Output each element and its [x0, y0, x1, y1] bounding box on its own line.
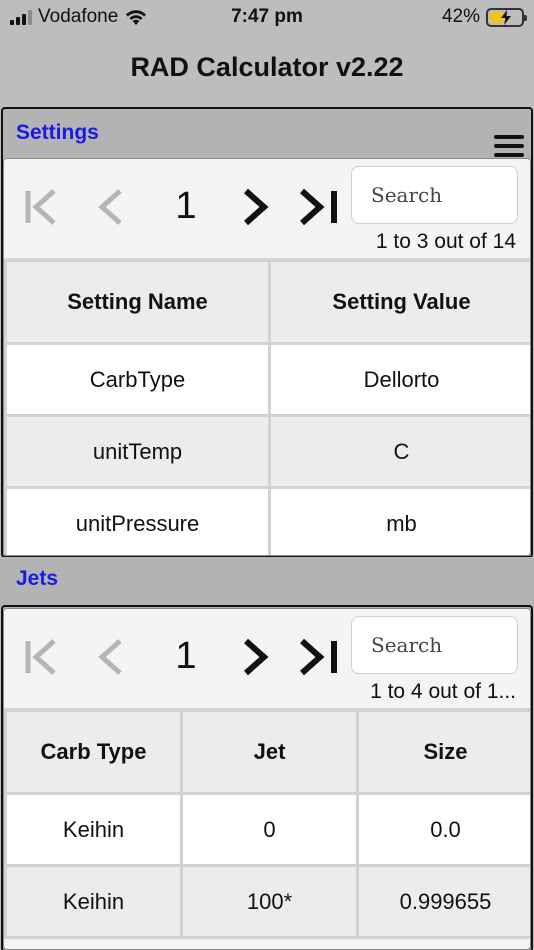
table-row[interactable]: Keihin 0 0.0 — [4, 792, 530, 867]
jets-pager: 1 1 to 4 out of 1... — [4, 609, 530, 709]
jets-title[interactable]: Jets — [16, 567, 58, 591]
table-row[interactable]: unitPressure mb — [4, 486, 530, 555]
column-header[interactable]: Carb Type — [4, 709, 183, 795]
table-cell: C — [268, 414, 530, 489]
settings-title[interactable]: Settings — [16, 121, 99, 145]
battery-icon — [486, 7, 527, 27]
first-page-icon[interactable] — [20, 185, 64, 229]
table-header-row: Carb Type Jet Size — [4, 709, 530, 795]
settings-page-number: 1 — [175, 185, 197, 227]
jets-record-count: 1 to 4 out of 1... — [370, 680, 516, 703]
settings-table-panel: 1 1 to 3 out of 14 Setting Name Setting … — [3, 158, 531, 556]
table-cell: 0.999655 — [356, 864, 530, 939]
last-page-icon[interactable] — [296, 635, 340, 679]
jets-section-header — [0, 557, 534, 607]
table-row[interactable]: unitTemp C — [4, 414, 530, 489]
prev-page-icon[interactable] — [90, 185, 134, 229]
next-page-icon[interactable] — [234, 635, 278, 679]
column-header[interactable]: Setting Name — [4, 259, 271, 345]
table-cell: mb — [268, 486, 530, 555]
battery-percent: 42% — [441, 6, 480, 27]
status-right: 42% — [441, 6, 527, 28]
hamburger-menu-icon[interactable] — [494, 135, 524, 157]
jets-table: Carb Type Jet Size Keihin 0 0.0 Keihin 1… — [4, 709, 530, 939]
table-cell: unitTemp — [4, 414, 271, 489]
table-row[interactable]: Keihin 100* 0.999655 — [4, 864, 530, 939]
next-page-icon[interactable] — [234, 185, 278, 229]
status-bar: Vodafone 7:47 pm 42% — [0, 0, 534, 36]
table-cell: 100* — [180, 864, 359, 939]
table-row[interactable]: CarbType Dellorto — [4, 342, 530, 417]
jets-page-number: 1 — [175, 635, 197, 677]
prev-page-icon[interactable] — [90, 635, 134, 679]
table-cell: Keihin — [4, 864, 183, 939]
table-cell: CarbType — [4, 342, 271, 417]
jets-search-input[interactable] — [351, 616, 518, 674]
settings-record-count: 1 to 3 out of 14 — [375, 230, 516, 253]
last-page-icon[interactable] — [296, 185, 340, 229]
table-cell: unitPressure — [4, 486, 271, 555]
table-cell: Dellorto — [268, 342, 530, 417]
column-header[interactable]: Size — [356, 709, 530, 795]
settings-search-input[interactable] — [351, 166, 518, 224]
column-header[interactable]: Setting Value — [268, 259, 530, 345]
table-cell: Keihin — [4, 792, 183, 867]
jets-table-panel: 1 1 to 4 out of 1... Carb Type Jet Size … — [3, 608, 531, 950]
settings-table: Setting Name Setting Value CarbType Dell… — [4, 259, 530, 555]
table-cell: 0.0 — [356, 792, 530, 867]
column-header[interactable]: Jet — [180, 709, 359, 795]
table-header-row: Setting Name Setting Value — [4, 259, 530, 345]
settings-pager: 1 1 to 3 out of 14 — [4, 159, 530, 259]
first-page-icon[interactable] — [20, 635, 64, 679]
table-cell: 0 — [180, 792, 359, 867]
app-title: RAD Calculator v2.22 — [130, 52, 404, 82]
